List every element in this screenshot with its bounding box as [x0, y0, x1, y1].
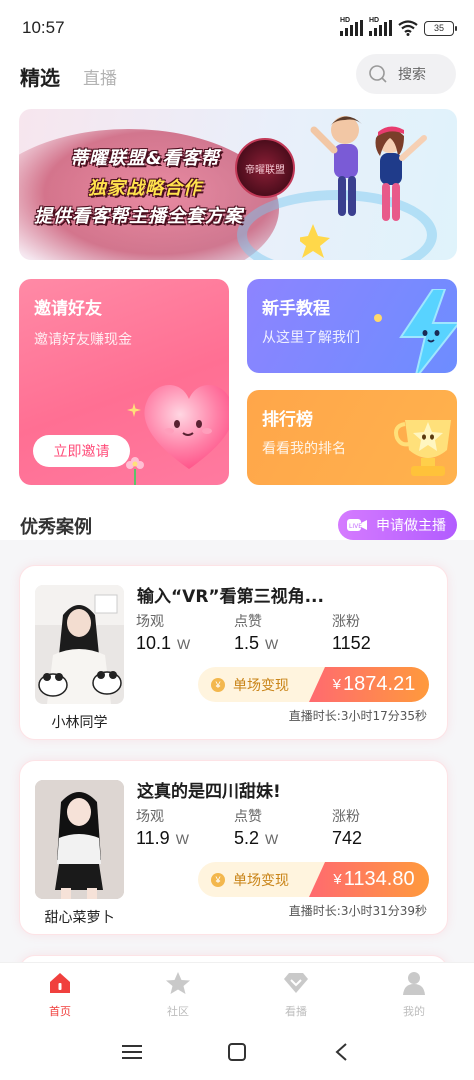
likes-value: 1.5 W: [234, 633, 279, 653]
nav-watch[interactable]: 看播: [266, 971, 326, 1019]
case-card[interactable]: 小林同学 输入“VR”看第三视角... 场观 点赞 涨粉 10.1 W 1.5 W …: [19, 565, 448, 740]
video-camera-icon: LIVE: [347, 519, 367, 531]
home-icon: [50, 973, 70, 993]
signal-icon: HD: [340, 17, 363, 36]
tab-featured[interactable]: 精选: [20, 62, 60, 91]
revenue-amount: ¥1874.21: [309, 667, 429, 702]
nav-home[interactable]: 首页: [30, 971, 90, 1019]
sparkle-icon: [374, 314, 382, 322]
top-header: 精选 直播 搜索: [0, 54, 474, 100]
revenue-amount: ¥1134.80: [309, 862, 429, 897]
search-box[interactable]: 搜索: [356, 54, 456, 94]
case-card[interactable]: 甜心菜萝卜 这真的是四川甜妹! 场观 点赞 涨粉 11.9 W 5.2 W 742 …: [19, 760, 448, 935]
leaderboard-card[interactable]: 排行榜 看看我的排名: [247, 390, 457, 485]
invite-card-title: 邀请好友: [34, 299, 102, 319]
streamer-name: 甜心菜萝卜: [44, 910, 115, 926]
views-value: 10.1 W: [136, 633, 191, 653]
invite-now-button[interactable]: 立即邀请: [33, 435, 130, 467]
status-bar: 10:57 HD HD 35: [0, 0, 474, 56]
back-icon[interactable]: [334, 1043, 348, 1061]
menu-icon[interactable]: [122, 1044, 142, 1060]
status-time: 10:57: [22, 18, 65, 37]
status-icons: HD HD 35: [340, 17, 457, 36]
fans-label: 涨粉: [332, 809, 360, 825]
beginner-tutorial-card[interactable]: 新手教程 从这里了解我们: [247, 279, 457, 373]
yen-coin-icon: ¥: [211, 677, 225, 692]
streamer-avatar: [35, 780, 124, 899]
stream-title: 输入“VR”看第三视角...: [137, 587, 324, 607]
diamond-icon: [284, 973, 308, 993]
stream-duration: 直播时长:3小时17分35秒: [288, 709, 427, 723]
search-placeholder: 搜索: [398, 67, 426, 83]
tutorial-card-subtitle: 从这里了解我们: [262, 330, 360, 346]
signal-icon-2: HD: [369, 17, 392, 36]
trophy-icon: [394, 420, 451, 476]
nav-watch-label: 看播: [285, 1005, 307, 1018]
person-icon: [403, 972, 425, 995]
invite-card-subtitle: 邀请好友赚现金: [34, 332, 132, 348]
wifi-icon: [398, 20, 418, 36]
bottom-navigation: 首页 社区 看播 我的: [0, 962, 474, 1028]
tab-live[interactable]: 直播: [83, 64, 117, 89]
star-icon: [166, 972, 190, 994]
yen-coin-icon: ¥: [211, 872, 225, 887]
apply-streamer-button[interactable]: LIVE 申请做主播: [338, 510, 457, 540]
system-navigation-bar: [0, 1028, 474, 1080]
battery-icon: 35: [424, 20, 457, 36]
views-label: 场观: [136, 614, 164, 630]
banner-line-1: 蒂曜联盟&看客帮: [70, 148, 220, 169]
revenue-label: 单场变现: [233, 872, 289, 889]
banner-line-3: 提供看客帮主播全套方案: [34, 206, 243, 227]
revenue-pill: ¥ 单场变现 ¥1134.80: [198, 862, 429, 897]
stream-title: 这真的是四川甜妹!: [137, 782, 281, 802]
fans-value: 1152: [332, 633, 371, 653]
nav-home-label: 首页: [49, 1005, 71, 1018]
search-icon: [369, 65, 387, 83]
nav-community-label: 社区: [167, 1005, 189, 1018]
views-value: 11.9 W: [136, 828, 189, 848]
sparkle-icon: [127, 403, 141, 417]
heart-icon: [144, 385, 229, 469]
streamer-avatar: [35, 585, 124, 704]
revenue-label: 单场变现: [233, 677, 289, 694]
banner-logo: 帝曜联盟: [235, 138, 295, 198]
likes-value: 5.2 W: [234, 828, 279, 848]
streamer-name: 小林同学: [51, 715, 108, 731]
flower-icon: [126, 457, 144, 485]
likes-label: 点赞: [234, 614, 262, 630]
nav-community[interactable]: 社区: [148, 971, 208, 1019]
revenue-pill: ¥ 单场变现 ¥1874.21: [198, 667, 429, 702]
nav-profile[interactable]: 我的: [384, 971, 444, 1019]
banner-characters-illustration: [300, 116, 427, 258]
featured-cases-title: 优秀案例: [20, 517, 92, 538]
nav-profile-label: 我的: [403, 1005, 425, 1018]
tutorial-card-title: 新手教程: [262, 299, 330, 319]
revenue-label-area: ¥ 单场变现: [198, 667, 326, 702]
views-label: 场观: [136, 809, 164, 825]
fans-value: 742: [332, 828, 363, 848]
likes-label: 点赞: [234, 809, 262, 825]
revenue-label-area: ¥ 单场变现: [198, 862, 326, 897]
banner-line-2: 独家战略合作: [88, 178, 202, 199]
home-square-icon[interactable]: [228, 1043, 246, 1061]
fans-label: 涨粉: [332, 614, 360, 630]
svg-text:LIVE: LIVE: [349, 523, 362, 530]
apply-streamer-label: 申请做主播: [376, 518, 446, 534]
stream-duration: 直播时长:3小时31分39秒: [288, 904, 427, 918]
ranking-card-title: 排行榜: [262, 410, 313, 430]
lightning-icon: [399, 289, 457, 373]
invite-friends-card[interactable]: 邀请好友 邀请好友赚现金 立即邀请: [19, 279, 229, 485]
ranking-card-subtitle: 看看我的排名: [262, 441, 346, 457]
